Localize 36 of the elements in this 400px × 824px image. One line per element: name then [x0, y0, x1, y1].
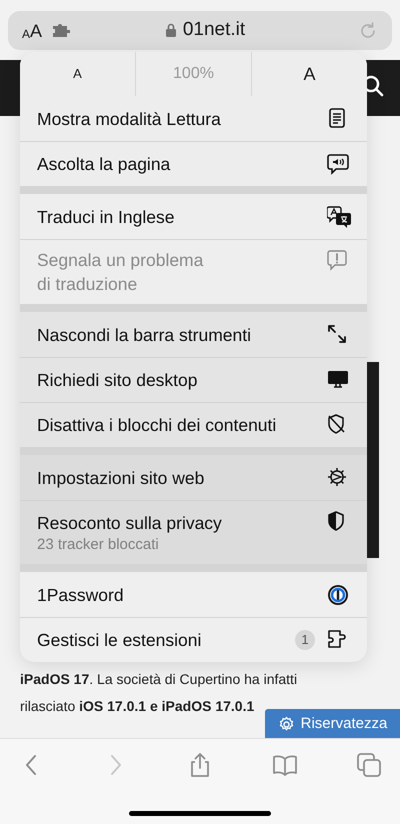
item-label: Disattiva i blocchi dei contenuti — [37, 414, 278, 437]
item-label: Traduci in Inglese — [37, 206, 176, 228]
url-text[interactable]: 01net.it — [182, 16, 246, 45]
privacy-button[interactable]: Riservatezza — [265, 709, 400, 739]
item-label: 1Password — [37, 584, 125, 606]
circle-icon — [327, 584, 351, 606]
menu-item[interactable]: Disattiva i blocchi dei contenuti — [20, 402, 367, 447]
monitor-icon — [327, 369, 351, 391]
count-badge: 1 — [295, 630, 315, 650]
item-label: Gestisci le estensioni — [37, 629, 202, 652]
menu-item[interactable]: Traduci in Inglese — [20, 194, 367, 239]
menu-item[interactable]: 1Password — [20, 572, 367, 617]
lock-icon — [164, 23, 177, 38]
zoom-in-button[interactable]: A — [252, 52, 367, 96]
item-label: Richiedi sito desktop — [37, 369, 198, 392]
menu-item[interactable]: Gestisci le estensioni 1 — [20, 617, 367, 662]
item-subtitle: 23 tracker bloccati — [37, 534, 160, 554]
article-text: iPadOS 17. La società di Cupertino ha infatti — [20, 670, 298, 689]
item-label: Mostra modalità Lettura — [37, 108, 222, 130]
translate-icon — [327, 206, 351, 228]
item-label: Ascolta la pagina — [37, 153, 172, 176]
menu-item[interactable]: Richiedi sito desktop — [20, 357, 367, 402]
reload-icon[interactable] — [358, 20, 378, 40]
extension-icon[interactable] — [52, 24, 72, 38]
menu-item[interactable]: Nascondi la barra strumenti — [20, 312, 367, 357]
item-label: Nascondi la barra strumenti — [37, 324, 252, 346]
menu-item[interactable]: Resoconto sulla privacy 23 tracker bloccati — [20, 500, 367, 564]
item-label: Segnala un problema di traduzione — [37, 249, 204, 296]
item-label: Resoconto sulla privacy — [37, 512, 223, 534]
tabs-button[interactable] — [356, 752, 382, 778]
speech-bubble-icon — [327, 153, 351, 175]
text-size-button[interactable]: AA — [22, 22, 42, 40]
item-label: Impostazioni sito web — [37, 466, 206, 490]
gear-icon — [278, 716, 295, 732]
article-text: rilasciato iOS 17.0.1 e iPadOS 17.0.1 — [20, 697, 256, 716]
menu-item[interactable]: Impostazioni sito web — [20, 455, 367, 500]
